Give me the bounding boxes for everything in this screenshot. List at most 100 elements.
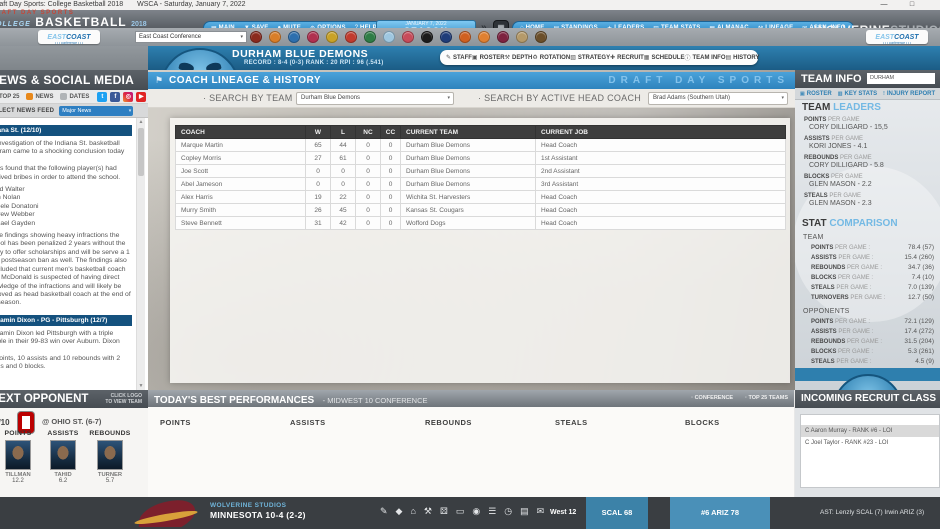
tab-injury-report[interactable]: ! INJURY REPORT: [883, 91, 935, 97]
action-depth[interactable]: ⚒ DEPTH: [505, 54, 533, 62]
next-opponent-header: NEXT OPPONENT CLICK LOGO TO VIEW TEAM: [0, 390, 148, 408]
conference-team-logo-4[interactable]: [307, 31, 319, 43]
action-rotation[interactable]: ♻ ROTATION: [532, 54, 570, 62]
stat-value: 17.4 (272): [904, 328, 934, 335]
eastcoast-logo[interactable]: EASTCOAST • • • conference • • •: [38, 30, 100, 45]
action-staff[interactable]: ✎ STAFF: [446, 54, 472, 62]
team-info-panel: TEAM INFO DURHAM ▣ ROSTER ▥ KEY STATS ! …: [795, 70, 940, 390]
news-headline[interactable]: Indiana St. (12/10): [0, 125, 132, 136]
edit-icon[interactable]: ✎: [380, 506, 388, 517]
instagram-icon[interactable]: ◎: [123, 91, 134, 102]
home-icon[interactable]: ⌂: [410, 506, 415, 517]
clock-icon[interactable]: ◷: [504, 506, 512, 517]
scrollbar-thumb[interactable]: [138, 128, 144, 176]
team-info-dropdown[interactable]: DURHAM: [867, 73, 935, 84]
tab-key-stats[interactable]: ▥ KEY STATS: [838, 91, 877, 97]
stat-suffix: PER GAME :: [836, 285, 872, 291]
conference-team-logo-5[interactable]: [326, 31, 338, 43]
table-row[interactable]: Murry Smith 26 45 0 0 Kansas St. Cougars Head …: [175, 203, 786, 217]
conference-team-logo-3[interactable]: [288, 31, 300, 43]
scroll-down-icon[interactable]: ▼: [137, 383, 145, 389]
boxscore-icon[interactable]: ▤: [520, 506, 529, 517]
player-photo[interactable]: [97, 440, 123, 470]
twitter-icon[interactable]: t: [97, 91, 108, 102]
top25-filter-link[interactable]: · TOP 25 TEAMS: [745, 390, 788, 407]
recruit-row[interactable]: C Aaron Murray - RANK #6 - LOI: [801, 425, 939, 437]
table-cell: 42: [330, 216, 356, 230]
stat-value: 12.7 (50): [907, 294, 934, 301]
select-feed-label: SELECT NEWS FEED: [0, 107, 55, 114]
table-row[interactable]: Alex Harris 19 22 0 0 Wichita St. Harvesters H…: [175, 190, 786, 204]
tools-icon[interactable]: ⚒: [424, 506, 432, 517]
action-team-info[interactable]: ⓘ TEAM INFO: [684, 53, 725, 63]
team-info-tabs: ▣ ROSTER ▥ KEY STATS ! INJURY REPORT: [795, 88, 940, 100]
table-row[interactable]: Marque Martin 65 44 0 0 Durham Blue Demons Hea…: [175, 138, 786, 152]
mail-icon[interactable]: ✉: [537, 506, 545, 517]
team-stats-list: POINTS PER GAME : 78.4 (57) ASSISTS PER GA…: [795, 243, 940, 303]
stat-label: STEALS: [811, 359, 835, 365]
team-logo-durham[interactable]: [160, 48, 240, 70]
conference-team-logo-16[interactable]: [535, 31, 547, 43]
maximize-button[interactable]: □: [902, 0, 922, 9]
conference-team-logo-9[interactable]: [402, 31, 414, 43]
logo-year: 2018: [131, 21, 147, 28]
conference-team-logo-11[interactable]: [440, 31, 452, 43]
player-photo[interactable]: [50, 440, 76, 470]
dice-icon[interactable]: ⚄: [440, 506, 448, 517]
conference-team-logo-15[interactable]: [516, 31, 528, 43]
table-row[interactable]: Copley Morris 27 61 0 0 Durham Blue Demons 1st…: [175, 151, 786, 165]
conference-team-logo-7[interactable]: [364, 31, 376, 43]
conference-team-logo-13[interactable]: [478, 31, 490, 43]
facebook-icon[interactable]: f: [110, 91, 121, 102]
table-row[interactable]: Joe Scott 0 0 0 0 Durham Blue Demons 2nd Assis…: [175, 164, 786, 178]
table-body: Marque Martin 65 44 0 0 Durham Blue Demons Hea…: [175, 138, 786, 230]
target-icon[interactable]: ◉: [472, 506, 480, 517]
stat-value: 15.4 (260): [904, 254, 934, 261]
score-chip-away[interactable]: SCAL 68: [586, 497, 648, 529]
menu-icon[interactable]: ☰: [488, 506, 496, 517]
conference-team-logo-1[interactable]: [250, 31, 262, 43]
best-performances-panel: TODAY'S BEST PERFORMANCES - MIDWEST 10 C…: [148, 390, 795, 497]
news-scrollbar[interactable]: ▲ ▼: [136, 118, 145, 390]
conference-team-logo-6[interactable]: [345, 31, 357, 43]
conference-dropdown[interactable]: East Coast Conference ▾: [135, 31, 247, 43]
recruit-icon: ✚: [610, 55, 616, 61]
rotation-icon: ♻: [532, 55, 538, 61]
table-row[interactable]: Abel Jameson 0 0 0 0 Durham Blue Demons 3rd As…: [175, 177, 786, 191]
action-strategy[interactable]: ▧ STRATEGY: [570, 54, 610, 62]
play-icon[interactable]: ◆: [396, 506, 403, 517]
window-title: Draft Day Sports: College Basketball 201…: [0, 0, 260, 10]
score-chip-home[interactable]: #6 ARIZ 78: [670, 497, 770, 529]
player-photo[interactable]: [5, 440, 31, 470]
action-roster[interactable]: ▣ ROSTER: [472, 54, 505, 62]
conference-team-logo-12[interactable]: [459, 31, 471, 43]
minimize-button[interactable]: —: [874, 0, 894, 9]
table-cell: 0: [330, 164, 356, 178]
news-feed-dropdown[interactable]: Major News ▾: [59, 105, 134, 116]
search-team-dropdown[interactable]: Durham Blue Demons ▾: [296, 92, 454, 105]
table-row[interactable]: Steve Bennett 31 42 0 0 Wofford Dogs Head Coac…: [175, 216, 786, 230]
action-recruit[interactable]: ✚ RECRUIT: [610, 54, 644, 62]
conference-team-logo-10[interactable]: [421, 31, 433, 43]
tab-dates[interactable]: DATES: [60, 93, 89, 100]
best-column-points: POINTS: [160, 418, 191, 427]
tab-news[interactable]: NEWS: [26, 93, 53, 100]
table-cell: 19: [305, 190, 331, 204]
youtube-icon[interactable]: ▶: [136, 91, 147, 102]
tab-roster[interactable]: ▣ ROSTER: [800, 91, 832, 97]
eastcoast-logo[interactable]: EASTCOAST • • • conference • • •: [866, 30, 928, 45]
card-icon[interactable]: ▭: [456, 506, 465, 517]
action-schedule[interactable]: ▦ SCHEDULE: [644, 54, 685, 62]
conference-team-logo-14[interactable]: [497, 31, 509, 43]
conference-team-logo-8[interactable]: [383, 31, 395, 43]
recruit-row[interactable]: C Joel Taylor - RANK #23 - LOI: [801, 437, 939, 449]
search-coach-dropdown[interactable]: Brad Adams (Southern Utah) ▾: [648, 92, 788, 105]
conference-filter-link[interactable]: · CONFERENCE: [691, 390, 733, 407]
conference-team-logo-2[interactable]: [269, 31, 281, 43]
tab-top25[interactable]: TOP 25: [0, 93, 19, 100]
scroll-up-icon[interactable]: ▲: [137, 119, 145, 125]
news-headline[interactable]: Benjamin Dixon - PG - Pittsburgh (12/7): [0, 314, 132, 326]
stat-value: 72.1 (129): [904, 318, 934, 325]
action-history[interactable]: ▤ HISTORY: [726, 54, 760, 62]
table-cell: 0: [355, 138, 381, 152]
